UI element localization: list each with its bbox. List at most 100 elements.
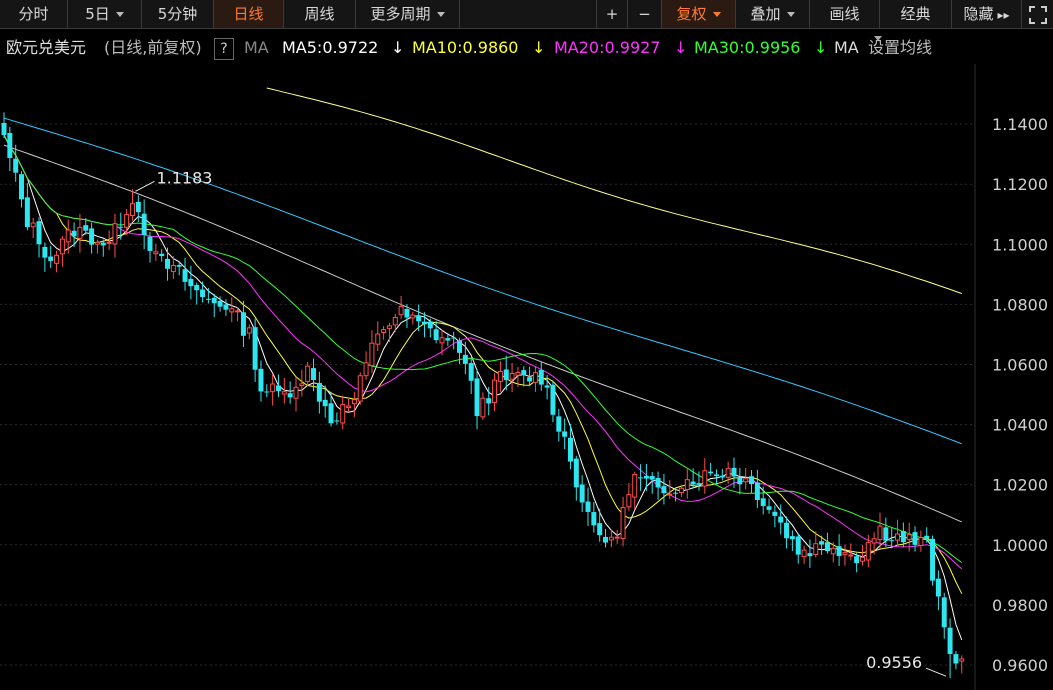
candle <box>334 412 340 425</box>
candle <box>591 502 597 533</box>
candle-body-down <box>141 213 147 235</box>
tab-weekly[interactable]: 周线 <box>284 0 356 28</box>
candle <box>229 297 235 323</box>
hide-button[interactable]: 隐藏 ▸▸ <box>952 0 1022 28</box>
candle-body-up <box>281 391 287 395</box>
candle-body-up <box>626 494 632 508</box>
candle <box>538 361 544 391</box>
candle <box>112 213 118 258</box>
overlay-dropdown[interactable]: 叠加 <box>736 0 810 28</box>
candle-body-up <box>895 533 901 541</box>
candle-body-down <box>900 531 906 543</box>
candle-body-down <box>474 378 480 417</box>
candle-body-down <box>924 535 930 539</box>
candle-body-up <box>30 222 36 228</box>
candle <box>947 618 953 679</box>
candle-body-up <box>59 238 65 255</box>
candle-body-up <box>667 493 673 496</box>
adjust-dropdown[interactable]: 复权 <box>662 0 736 28</box>
candle <box>760 486 766 515</box>
tab-daily[interactable]: 日线 <box>214 0 284 28</box>
candle-body-up <box>369 342 375 366</box>
candlestick-chart[interactable]: 1.1400 1.1200 1.1000 1.0800 1.0600 1.0400 1.02… <box>0 64 1053 690</box>
more-periods-dropdown[interactable]: 更多周期 <box>356 0 460 28</box>
candle-body-down <box>597 523 603 536</box>
moving-averages <box>3 134 963 641</box>
candle <box>859 544 865 566</box>
candle-body-up <box>392 317 398 326</box>
candle-body-down <box>713 474 719 477</box>
candle-body-down <box>567 437 573 462</box>
candle-body-down <box>42 246 48 258</box>
ma250-line <box>266 87 962 294</box>
long-moving-averages <box>3 87 962 523</box>
classic-button[interactable]: 经典 <box>880 0 952 28</box>
candle-body-down <box>13 158 19 173</box>
candle-body-down <box>7 132 13 159</box>
candle <box>509 362 515 393</box>
candle <box>392 313 398 332</box>
candle <box>813 531 819 558</box>
candle <box>930 535 936 586</box>
candle-body-up <box>743 478 749 483</box>
candle <box>270 373 276 406</box>
candle-body-down <box>188 278 194 287</box>
candle <box>410 311 416 325</box>
candle <box>801 545 807 564</box>
candle-body-down <box>217 300 223 307</box>
candle-body-down <box>433 329 439 341</box>
candle-body-down <box>836 546 842 557</box>
tab-5day[interactable]: 5日 <box>68 0 142 28</box>
candle-body-down <box>316 382 322 402</box>
candle-body-up <box>54 254 60 264</box>
candle-body-down <box>48 256 54 261</box>
candle-body-down <box>252 327 258 370</box>
candle <box>19 171 25 208</box>
candle-body-up <box>918 537 924 546</box>
zoom-out-button[interactable]: − <box>628 0 662 28</box>
candle <box>258 360 264 402</box>
candle-body-up <box>398 306 404 316</box>
candle <box>252 318 258 382</box>
candle <box>795 533 801 564</box>
candle-body-down <box>445 338 451 341</box>
candle-body-down <box>912 532 918 545</box>
candle <box>743 467 749 490</box>
candle <box>462 341 468 375</box>
candle-body-down <box>760 498 766 507</box>
minus-icon: − <box>638 5 651 23</box>
y-tick-label: 0.9600 <box>992 656 1048 675</box>
candle <box>731 457 737 488</box>
y-tick-label: 1.0800 <box>992 295 1048 314</box>
candle <box>912 526 918 552</box>
candle-body-up <box>363 362 369 377</box>
candle-body-down <box>194 284 200 291</box>
tab-fenshi[interactable]: 分时 <box>0 0 68 28</box>
candle-body-up <box>865 542 871 561</box>
candle <box>316 371 322 414</box>
arrow-down-icon: ↓ <box>814 38 828 57</box>
candle <box>626 483 632 511</box>
candle-body-down <box>462 354 468 364</box>
candle-body-down <box>953 654 959 664</box>
candle-body-up <box>65 229 71 243</box>
candle <box>702 458 708 494</box>
candle-body-down <box>819 541 825 545</box>
candle <box>275 374 281 397</box>
candle-body-down <box>135 201 141 213</box>
tab-5min[interactable]: 5分钟 <box>142 0 214 28</box>
candle-body-down <box>766 506 772 510</box>
help-icon[interactable]: ? <box>214 38 234 60</box>
candle <box>398 295 404 319</box>
draw-line-button[interactable]: 画线 <box>810 0 880 28</box>
candle <box>42 242 48 272</box>
candle <box>293 376 299 412</box>
zoom-in-button[interactable]: + <box>596 0 628 28</box>
y-tick-label: 1.0200 <box>992 476 1048 495</box>
candle <box>667 479 673 500</box>
candle <box>328 391 334 427</box>
fullscreen-button[interactable] <box>1022 0 1053 28</box>
candle <box>684 467 690 499</box>
candle-body-down <box>655 477 661 488</box>
candle <box>959 655 965 674</box>
